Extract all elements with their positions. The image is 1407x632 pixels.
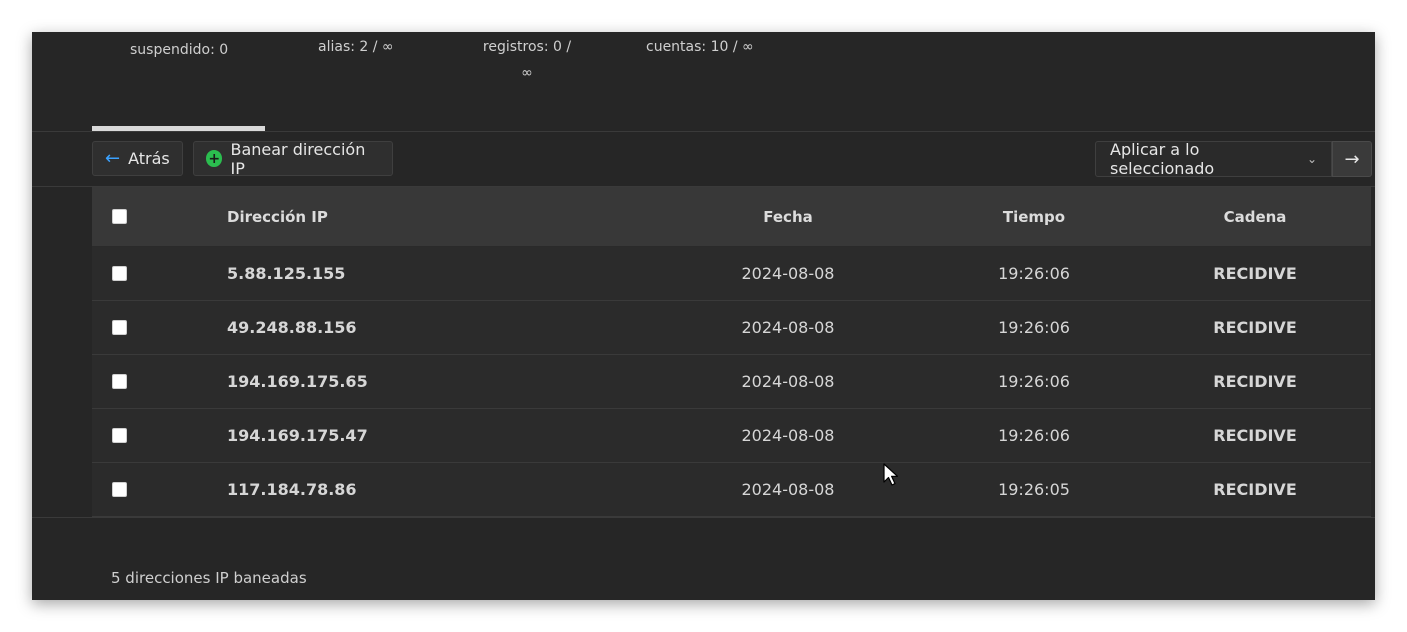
- table-row: 49.248.88.156 2024-08-08 19:26:06 RECIDI…: [92, 301, 1371, 355]
- time-cell: 19:26:06: [998, 264, 1070, 283]
- date-cell: 2024-08-08: [741, 426, 835, 445]
- arrow-left-icon: ←: [105, 147, 121, 169]
- header-time[interactable]: Tiempo: [952, 187, 1116, 246]
- row-checkbox[interactable]: [112, 428, 127, 443]
- active-tab-indicator[interactable]: [92, 126, 265, 131]
- stat-records-line2: ∞: [521, 65, 533, 81]
- back-button[interactable]: ← Atrás: [92, 141, 183, 176]
- table-row: 194.169.175.47 2024-08-08 19:26:06 RECID…: [92, 409, 1371, 463]
- table-header: Dirección IP Fecha Tiempo Cadena: [92, 187, 1371, 247]
- date-cell: 2024-08-08: [741, 480, 835, 499]
- ip-cell: 117.184.78.86: [227, 480, 357, 499]
- ip-cell: 194.169.175.47: [227, 426, 368, 445]
- stat-accounts: cuentas: 10 / ∞: [646, 39, 754, 55]
- back-button-label: Atrás: [128, 149, 170, 168]
- table-row: 117.184.78.86 2024-08-08 19:26:05 RECIDI…: [92, 463, 1371, 517]
- row-checkbox[interactable]: [112, 320, 127, 335]
- table-bottom-divider: [32, 517, 1375, 518]
- ban-ip-button[interactable]: + Banear dirección IP: [193, 139, 393, 178]
- stat-alias: alias: 2 / ∞: [318, 39, 394, 55]
- stat-suspended: suspendido: 0: [130, 42, 229, 58]
- apply-to-selected-dropdown[interactable]: Aplicar a lo seleccionado ⌄: [1095, 140, 1332, 178]
- row-checkbox-cell: [112, 301, 127, 354]
- select-all-checkbox[interactable]: [112, 209, 127, 224]
- apply-go-button[interactable]: →: [1332, 141, 1372, 177]
- time-cell: 19:26:05: [998, 480, 1070, 499]
- time-cell: 19:26:06: [998, 318, 1070, 337]
- stats-bar: suspendido: 0 alias: 2 / ∞ registros: 0 …: [32, 32, 1375, 132]
- ip-cell: 5.88.125.155: [227, 264, 346, 283]
- chain-cell: RECIDIVE: [1213, 318, 1297, 337]
- ban-ip-button-label: Banear dirección IP: [230, 139, 366, 178]
- stat-records: registros: 0 / ∞: [482, 34, 572, 86]
- banned-ip-table: Dirección IP Fecha Tiempo Cadena 5.88.12…: [92, 187, 1371, 517]
- chevron-down-icon: ⌄: [1306, 152, 1317, 166]
- header-ip[interactable]: Dirección IP: [227, 187, 328, 246]
- plus-circle-icon: +: [206, 150, 223, 167]
- chain-cell: RECIDIVE: [1213, 426, 1297, 445]
- tab-divider: [32, 131, 1375, 132]
- select-all-cell: [112, 187, 127, 246]
- date-cell: 2024-08-08: [741, 318, 835, 337]
- chain-cell: RECIDIVE: [1213, 264, 1297, 283]
- stat-records-line1: registros: 0 /: [482, 39, 572, 55]
- arrow-right-icon: →: [1344, 148, 1360, 170]
- row-checkbox-cell: [112, 247, 127, 300]
- row-checkbox[interactable]: [112, 374, 127, 389]
- table-row: 194.169.175.65 2024-08-08 19:26:06 RECID…: [92, 355, 1371, 409]
- banned-count-text: 5 direcciones IP baneadas: [111, 569, 307, 587]
- row-checkbox[interactable]: [112, 482, 127, 497]
- chain-cell: RECIDIVE: [1213, 480, 1297, 499]
- row-checkbox-cell: [112, 355, 127, 408]
- row-checkbox-cell: [112, 463, 127, 516]
- row-checkbox[interactable]: [112, 266, 127, 281]
- time-cell: 19:26:06: [998, 372, 1070, 391]
- header-date[interactable]: Fecha: [692, 187, 884, 246]
- date-cell: 2024-08-08: [741, 372, 835, 391]
- date-cell: 2024-08-08: [741, 264, 835, 283]
- banned-ips-panel: suspendido: 0 alias: 2 / ∞ registros: 0 …: [32, 32, 1375, 600]
- chain-cell: RECIDIVE: [1213, 372, 1297, 391]
- row-checkbox-cell: [112, 409, 127, 462]
- mouse-cursor-icon: [883, 463, 899, 486]
- time-cell: 19:26:06: [998, 426, 1070, 445]
- header-chain[interactable]: Cadena: [1182, 187, 1328, 246]
- ip-cell: 49.248.88.156: [227, 318, 357, 337]
- ip-cell: 194.169.175.65: [227, 372, 368, 391]
- apply-select-value: Aplicar a lo seleccionado: [1110, 140, 1215, 178]
- table-row: 5.88.125.155 2024-08-08 19:26:06 RECIDIV…: [92, 247, 1371, 301]
